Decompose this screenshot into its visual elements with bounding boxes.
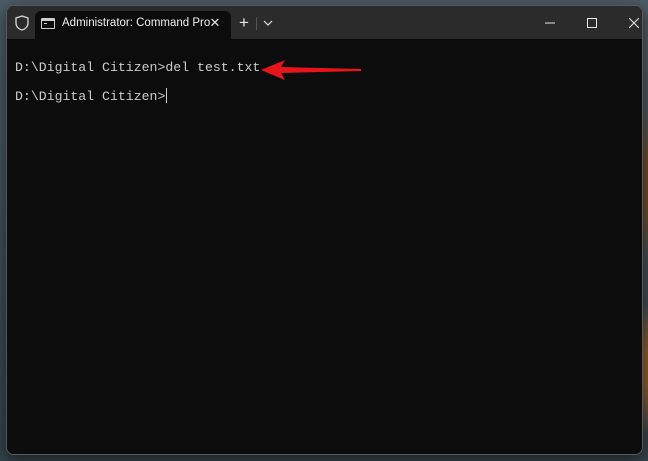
maximize-button[interactable] bbox=[570, 6, 614, 39]
title-bar[interactable]: Administrator: Command Pro ✕ + bbox=[7, 6, 642, 39]
command-line: D:\Digital Citizen> bbox=[15, 88, 168, 104]
close-tab-icon[interactable]: ✕ bbox=[207, 15, 223, 31]
tab-title: Administrator: Command Pro bbox=[62, 17, 211, 29]
terminal-output[interactable]: D:\Digital Citizen>del test.txt D:\Digit… bbox=[7, 39, 642, 454]
command-text: del test.txt bbox=[165, 60, 261, 75]
red-arrow-annotation bbox=[261, 60, 361, 80]
admin-shield-icon bbox=[13, 14, 30, 31]
close-button[interactable] bbox=[612, 6, 642, 39]
prompt-text: D:\Digital Citizen> bbox=[15, 89, 166, 104]
new-tab-button[interactable]: + bbox=[235, 14, 253, 32]
terminal-window: Administrator: Command Pro ✕ + D:\Digita… bbox=[6, 5, 643, 455]
minimize-button[interactable] bbox=[528, 6, 572, 39]
chevron-down-icon[interactable] bbox=[260, 15, 276, 31]
terminal-icon bbox=[41, 18, 55, 29]
prompt-text: D:\Digital Citizen> bbox=[15, 60, 166, 75]
tab-separator bbox=[256, 17, 257, 30]
tab-command-prompt[interactable]: Administrator: Command Pro ✕ bbox=[35, 11, 231, 39]
text-cursor bbox=[166, 88, 168, 103]
command-line: D:\Digital Citizen>del test.txt bbox=[15, 60, 260, 75]
